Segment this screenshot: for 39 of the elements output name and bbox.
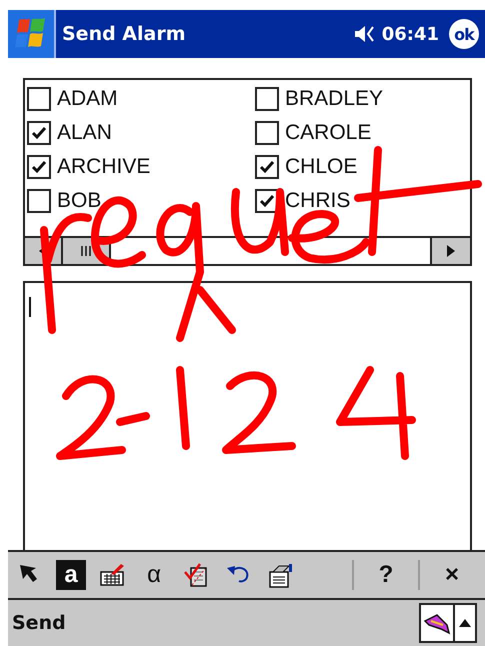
toolbar-button[interactable]: × <box>436 559 468 591</box>
toolbar-button[interactable]: α <box>138 559 170 591</box>
contact-name[interactable]: BRADLEY <box>285 87 384 111</box>
checklist-icon <box>183 562 209 588</box>
contact-name[interactable]: ARCHIVE <box>57 155 150 179</box>
contact-name[interactable]: ADAM <box>57 87 118 111</box>
checkmark-icon <box>259 160 275 174</box>
checkbox[interactable] <box>27 189 51 213</box>
speaker-icon[interactable] <box>354 24 376 44</box>
start-button[interactable] <box>8 10 56 58</box>
ok-button[interactable]: ok <box>449 19 479 49</box>
horizontal-scrollbar[interactable] <box>25 236 470 264</box>
checkbox[interactable] <box>255 155 279 179</box>
document-settings-icon <box>267 562 293 588</box>
contact-name[interactable]: CHRIS <box>285 189 350 213</box>
checkbox[interactable] <box>27 121 51 145</box>
checkmark-icon <box>259 194 275 208</box>
input-panel-button[interactable] <box>419 603 455 643</box>
checkbox[interactable] <box>27 87 51 111</box>
contact-name[interactable]: CHLOE <box>285 155 358 179</box>
checkbox[interactable] <box>255 87 279 111</box>
contact-name[interactable]: BOB <box>57 189 102 213</box>
notes-field[interactable] <box>23 281 472 550</box>
caret-up-icon <box>459 619 471 627</box>
contact-name[interactable]: ALAN <box>57 121 112 145</box>
keyboard-icon <box>99 562 125 588</box>
checkbox[interactable] <box>255 121 279 145</box>
input-menu-button[interactable] <box>455 603 477 643</box>
toolbar-button[interactable]: a <box>56 560 86 590</box>
checkmark-icon <box>31 126 47 140</box>
clock-time[interactable]: 06:41 <box>382 24 439 44</box>
scroll-thumb-icon[interactable] <box>80 245 92 257</box>
toolbar-button[interactable]: ? <box>370 559 402 591</box>
text-cursor <box>29 297 31 317</box>
checkmark-icon <box>31 160 47 174</box>
checkbox[interactable] <box>27 155 51 179</box>
contact-name[interactable]: CAROLE <box>285 121 372 145</box>
window-title: Send Alarm <box>62 23 187 45</box>
scroll-right-icon[interactable] <box>447 245 455 257</box>
